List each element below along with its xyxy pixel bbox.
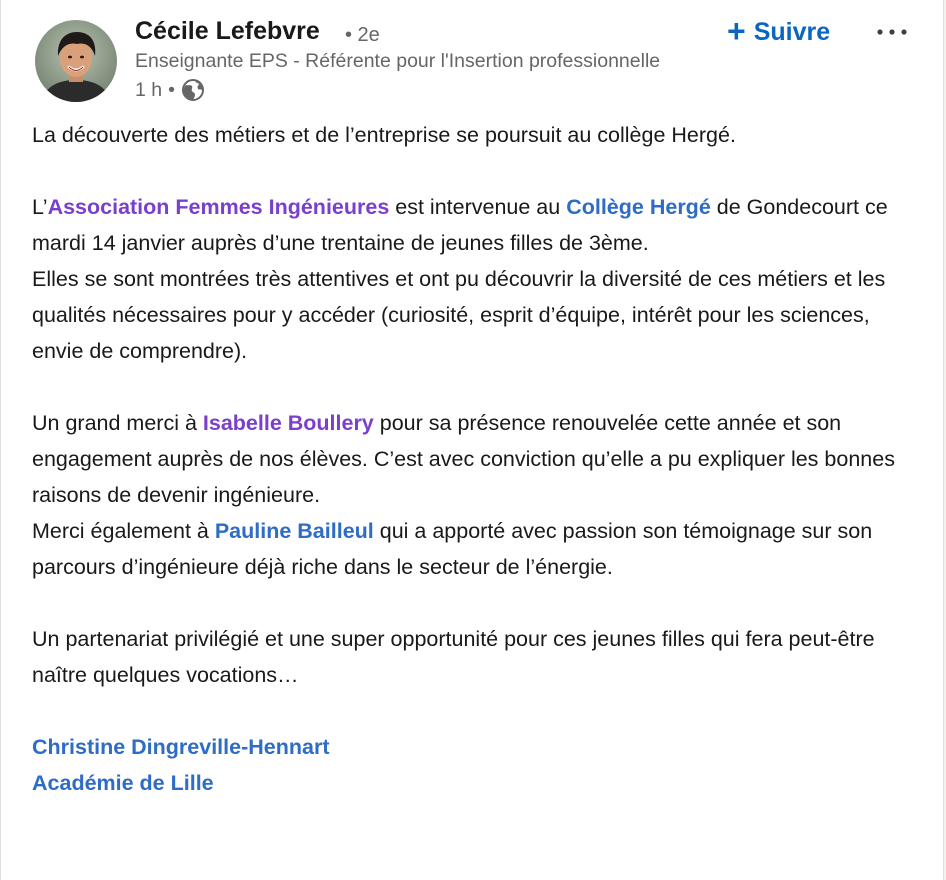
- follow-button[interactable]: + Suivre: [719, 12, 838, 52]
- post-paragraph-mentions-2: Académie de Lille: [32, 765, 912, 801]
- post-meta: 1 h •: [135, 77, 205, 103]
- post-time: 1 h: [135, 78, 163, 101]
- post-paragraph-4: Un grand merci à Isabelle Boullery pour …: [32, 405, 912, 513]
- author-headline: Enseignante EPS - Référente pour l'Inser…: [135, 50, 661, 72]
- mention-christine-dingreville-hennart[interactable]: Christine Dingreville-Hennart: [32, 735, 329, 759]
- post-paragraph-3: Elles se sont montrées très attentives e…: [32, 267, 886, 363]
- author-name[interactable]: Cécile Lefebvre: [135, 17, 320, 46]
- text-fragment: Merci également à: [32, 519, 215, 543]
- mention-isabelle-boullery[interactable]: Isabelle Boullery: [203, 411, 374, 435]
- post-paragraph-5: Merci également à Pauline Bailleul qui a…: [32, 513, 912, 585]
- post-paragraph-6: Un partenariat privilégié et une super o…: [32, 627, 875, 687]
- avatar[interactable]: [35, 20, 117, 102]
- mention-academie-de-lille[interactable]: Académie de Lille: [32, 771, 214, 795]
- post-card: Cécile Lefebvre • 2e Enseignante EPS - R…: [0, 0, 944, 880]
- globe-icon: [181, 78, 205, 102]
- post-paragraph-2: L’Association Femmes Ingénieures est int…: [32, 189, 912, 261]
- post-paragraph-mentions: Christine Dingreville-Hennart: [32, 729, 912, 765]
- plus-icon: +: [727, 13, 746, 49]
- follow-label: Suivre: [753, 17, 831, 46]
- more-options-button[interactable]: [865, 14, 919, 50]
- text-fragment: est intervenue au: [389, 195, 567, 219]
- post-text: La découverte des métiers et de l’entrep…: [32, 117, 912, 801]
- mention-college-herge[interactable]: Collège Hergé: [566, 195, 711, 219]
- post-paragraph-intro: La découverte des métiers et de l’entrep…: [32, 123, 736, 147]
- mention-association-femmes-ingenieures[interactable]: Association Femmes Ingénieures: [48, 195, 390, 219]
- connection-degree: • 2e: [345, 24, 380, 46]
- mention-pauline-bailleul[interactable]: Pauline Bailleul: [215, 519, 374, 543]
- meta-separator: •: [168, 78, 175, 101]
- more-horizontal-icon: [877, 29, 907, 35]
- text-fragment: L’: [32, 195, 48, 219]
- text-fragment: Un grand merci à: [32, 411, 203, 435]
